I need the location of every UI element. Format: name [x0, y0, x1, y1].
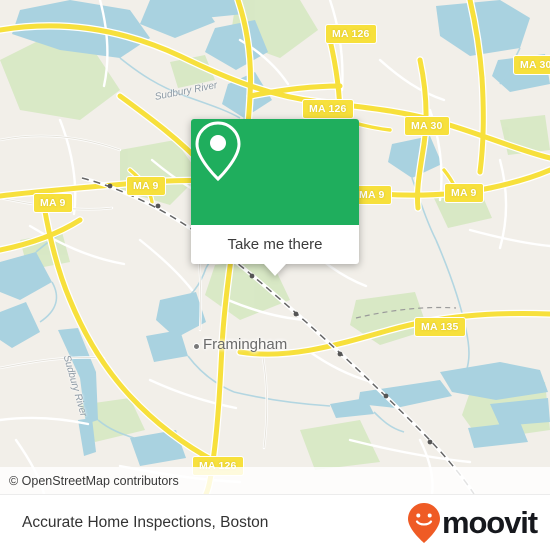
- map-pin-icon: [195, 121, 241, 182]
- attribution-text: © OpenStreetMap contributors: [9, 473, 179, 488]
- location-popup-card[interactable]: Take me there: [191, 119, 359, 276]
- attribution-bar: © OpenStreetMap contributors: [0, 467, 550, 494]
- take-me-there-button[interactable]: Take me there: [191, 225, 359, 264]
- city-marker-dot: [193, 343, 200, 350]
- highway-shield[interactable]: MA 126: [302, 99, 354, 119]
- map-label-city: Framingham: [203, 336, 288, 353]
- highway-shield[interactable]: MA 135: [414, 317, 466, 337]
- popup-pointer: [264, 264, 286, 276]
- highway-shield[interactable]: MA 9: [126, 176, 166, 196]
- highway-shield[interactable]: MA 126: [325, 24, 377, 44]
- highway-shield[interactable]: MA 9: [444, 183, 484, 203]
- moovit-wordmark: moovit: [441, 504, 538, 540]
- highway-shield[interactable]: MA 30: [404, 116, 450, 136]
- place-title: Accurate Home Inspections, Boston: [22, 513, 269, 531]
- moovit-pin-smiley-icon: [407, 502, 440, 543]
- popup-icon-area: [191, 119, 359, 225]
- take-me-there-label: Take me there: [227, 236, 323, 253]
- footer-bar: Accurate Home Inspections, Boston moovit: [0, 494, 550, 550]
- map-screenshot: Sudbury River Sudbury River Framingham M…: [0, 0, 550, 550]
- map-canvas[interactable]: Sudbury River Sudbury River Framingham M…: [0, 0, 550, 494]
- highway-shield[interactable]: MA 30: [513, 55, 550, 75]
- moovit-logo[interactable]: moovit: [407, 502, 550, 544]
- highway-shield[interactable]: MA 9: [33, 193, 73, 213]
